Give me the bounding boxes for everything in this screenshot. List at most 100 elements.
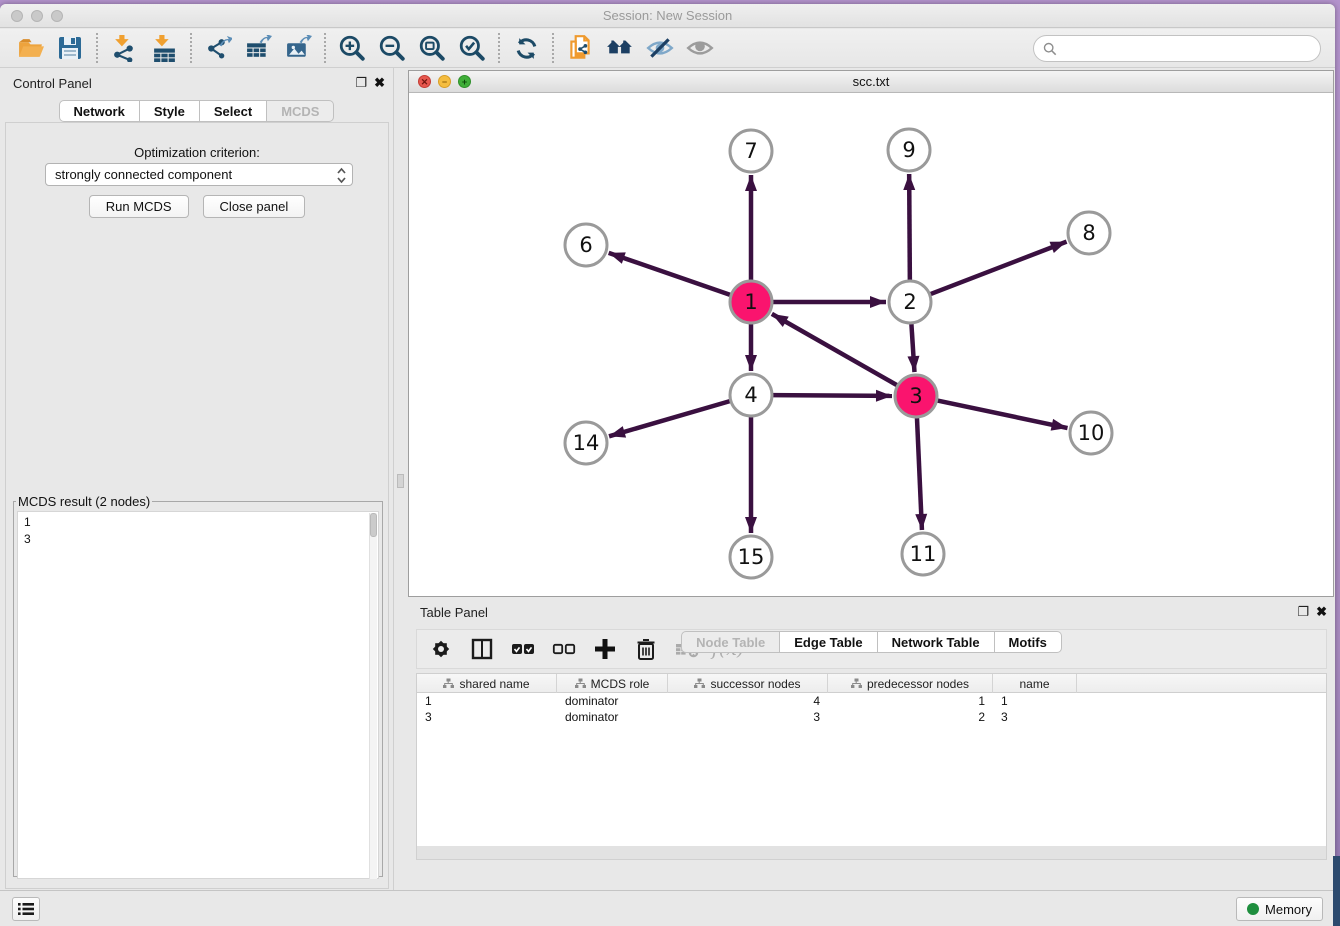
- graph-edge-3-1[interactable]: [772, 314, 897, 385]
- tab-style[interactable]: Style: [140, 100, 200, 122]
- desktop-background: Session: New Session: [0, 0, 1340, 926]
- graph-edge-1-6[interactable]: [609, 253, 731, 295]
- list-icon: [17, 901, 35, 917]
- close-panel-icon[interactable]: ✖: [374, 75, 385, 90]
- table-close-panel-icon[interactable]: ✖: [1316, 604, 1327, 619]
- search-icon: [1043, 42, 1057, 56]
- import-network-button[interactable]: [104, 31, 144, 65]
- tab-motifs[interactable]: Motifs: [995, 631, 1062, 653]
- memory-status-icon: [1247, 903, 1259, 915]
- first-neighbors-button[interactable]: [600, 31, 640, 65]
- hide-selected-icon: [646, 34, 674, 62]
- graph-node-8[interactable]: 8: [1068, 212, 1110, 254]
- zoom-in-button[interactable]: [332, 31, 372, 65]
- run-mcds-button[interactable]: Run MCDS: [89, 195, 189, 218]
- graph-node-2[interactable]: 2: [889, 281, 931, 323]
- graph-edge-2-3[interactable]: [911, 324, 914, 372]
- mcds-panel: Optimization criterion: strongly connect…: [5, 122, 389, 889]
- result-lines: 13: [24, 514, 378, 548]
- svg-text:15: 15: [738, 545, 765, 569]
- memory-label: Memory: [1265, 902, 1312, 917]
- toolbar-separator: [96, 33, 98, 63]
- graph-node-4[interactable]: 4: [730, 374, 772, 416]
- graph-edge-2-9[interactable]: [909, 174, 910, 280]
- table-panel: Table Panel ❐ ✖: [408, 599, 1335, 894]
- graph-node-1[interactable]: 1: [730, 281, 772, 323]
- tab-network[interactable]: Network: [59, 100, 140, 122]
- mcds-result-fieldset: MCDS result (2 nodes) 13: [13, 494, 383, 877]
- hide-selected-button[interactable]: [640, 31, 680, 65]
- network-window-title: scc.txt: [409, 74, 1333, 89]
- refresh-button[interactable]: [506, 31, 546, 65]
- status-bar: Memory: [0, 890, 1335, 926]
- result-scrollbar-thumb[interactable]: [370, 513, 377, 537]
- svg-text:6: 6: [579, 233, 592, 257]
- open-session-button[interactable]: [10, 31, 50, 65]
- duplicate-network-button[interactable]: [560, 31, 600, 65]
- duplicate-network-icon: [566, 34, 594, 62]
- memory-button[interactable]: Memory: [1236, 897, 1323, 921]
- refresh-icon: [513, 35, 540, 62]
- first-neighbors-icon: [606, 34, 634, 62]
- result-scrollbar[interactable]: [369, 513, 377, 879]
- network-view-window: ✕ − + scc.txt 7968124314101511: [408, 70, 1334, 597]
- svg-text:11: 11: [910, 542, 937, 566]
- optimization-criterion-label: Optimization criterion:: [6, 145, 388, 160]
- criterion-value: strongly connected component: [55, 167, 232, 182]
- graph-edge-2-8[interactable]: [931, 242, 1067, 294]
- graph-node-10[interactable]: 10: [1070, 412, 1112, 454]
- zoom-selected-icon: [458, 34, 486, 62]
- export-network-button[interactable]: [198, 31, 238, 65]
- graph-node-9[interactable]: 9: [888, 129, 930, 171]
- export-image-button[interactable]: [278, 31, 318, 65]
- table-panel-title: Table Panel: [420, 605, 488, 620]
- export-table-button[interactable]: [238, 31, 278, 65]
- graph-node-15[interactable]: 15: [730, 536, 772, 578]
- zoom-selected-button[interactable]: [452, 31, 492, 65]
- mcds-result-text[interactable]: 13: [17, 511, 379, 879]
- close-panel-button[interactable]: Close panel: [203, 195, 306, 218]
- tab-network-table[interactable]: Network Table: [878, 631, 995, 653]
- zoom-out-button[interactable]: [372, 31, 412, 65]
- float-panel-icon[interactable]: ❐: [355, 75, 367, 90]
- graph-node-11[interactable]: 11: [902, 533, 944, 575]
- import-table-button[interactable]: [144, 31, 184, 65]
- save-session-button[interactable]: [50, 31, 90, 65]
- search-input[interactable]: [1062, 41, 1320, 56]
- svg-text:9: 9: [902, 138, 915, 162]
- zoom-fit-button[interactable]: [412, 31, 452, 65]
- table-tabs: Node TableEdge TableNetwork TableMotifs: [408, 631, 1335, 888]
- show-panels-button[interactable]: [12, 897, 40, 921]
- export-table-icon: [245, 35, 272, 62]
- graph-node-14[interactable]: 14: [565, 422, 607, 464]
- graph-edge-3-11[interactable]: [917, 418, 922, 530]
- graph-node-7[interactable]: 7: [730, 130, 772, 172]
- tab-mcds[interactable]: MCDS: [267, 100, 334, 122]
- save-session-icon: [57, 35, 83, 61]
- criterion-select[interactable]: strongly connected component: [45, 163, 353, 186]
- search-field[interactable]: [1033, 35, 1321, 62]
- table-panel-header: Table Panel ❐ ✖: [408, 599, 1335, 625]
- graph-node-6[interactable]: 6: [565, 224, 607, 266]
- result-line: 3: [24, 531, 378, 548]
- network-canvas[interactable]: 7 9 6 8 1 2 4 3 14 10 15 11: [409, 93, 1333, 596]
- graph-node-3[interactable]: 3: [895, 375, 937, 417]
- tab-edge-table[interactable]: Edge Table: [780, 631, 877, 653]
- toolbar-separator: [190, 33, 192, 63]
- show-all-button[interactable]: [680, 31, 720, 65]
- window-titlebar: Session: New Session: [0, 4, 1335, 28]
- app-window: Session: New Session: [0, 4, 1335, 926]
- svg-text:2: 2: [903, 290, 916, 314]
- table-float-panel-icon[interactable]: ❐: [1297, 604, 1309, 619]
- svg-text:14: 14: [573, 431, 600, 455]
- panel-splitter-grip[interactable]: [397, 474, 404, 488]
- svg-text:10: 10: [1078, 421, 1105, 445]
- window-title: Session: New Session: [0, 8, 1335, 23]
- graph-edge-4-14[interactable]: [609, 401, 730, 436]
- tab-select[interactable]: Select: [200, 100, 267, 122]
- tab-node-table[interactable]: Node Table: [681, 631, 780, 653]
- graph-edge-4-3[interactable]: [773, 395, 892, 396]
- graph-edge-3-10[interactable]: [938, 401, 1068, 428]
- zoom-in-icon: [338, 34, 366, 62]
- control-tabs: NetworkStyleSelectMCDS: [0, 100, 393, 122]
